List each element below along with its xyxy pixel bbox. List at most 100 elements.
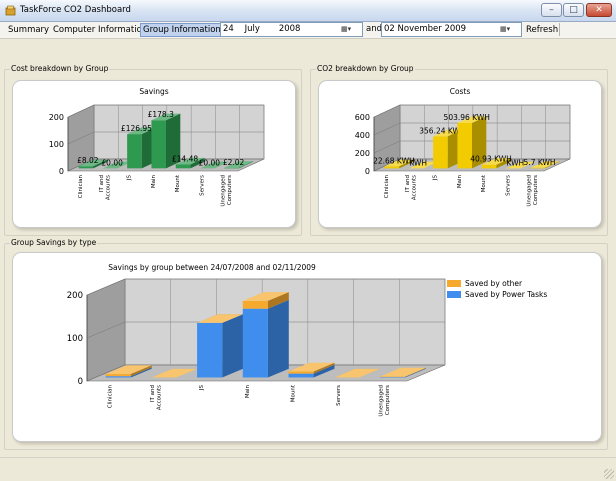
title-bar: TaskForce CO2 Dashboard – □ ✕ [0,0,616,22]
x-tick-label: Servers [505,175,511,196]
x-tick-label-line: Computers [533,175,539,205]
x-tick-label: Servers [199,175,205,196]
y-tick-label: 0 [78,377,83,387]
legend-swatch [447,280,461,287]
refresh-button[interactable]: Refresh [524,23,560,37]
legend-swatch [447,291,461,298]
data-label: 503.96 KWH [444,113,490,122]
y-tick-label: 600 [355,113,370,122]
x-tick-label: UnengagedComputers [220,175,233,207]
x-tick-label-line: IT and [99,175,105,192]
y-tick-label: 400 [355,131,370,140]
x-tick-label-line: IT and [405,175,411,192]
bar [176,164,191,168]
x-tick-label: UnengagedComputers [379,385,392,417]
data-label: £0.00 [101,158,123,167]
cost-group-label: Cost breakdown by Group [10,64,109,74]
x-tick-label: IT andAccounts [99,175,112,200]
x-tick-label-line: JS [433,175,439,182]
calendar-dropdown-icon[interactable]: ▦▾ [341,24,361,35]
bar-side [222,314,243,377]
maximize-icon: □ [569,5,578,15]
x-tick-label-line: Clinician [78,174,84,198]
bar [106,376,131,377]
y-tick-label: 0 [365,167,370,176]
x-tick-label-line: Unengaged [379,385,385,417]
x-tick-label-line: Servers [199,175,205,196]
x-tick-label: IT andAccounts [405,175,418,200]
x-tick-label-line: Main [151,174,157,188]
x-tick-label: JS [199,385,205,392]
data-label: 5.7 KWH [524,158,556,167]
legend-item-power-tasks: Saved by Power Tasks [447,289,547,300]
bar [482,165,497,169]
date-from-picker[interactable]: 24 July 2008 ▦▾ [220,22,363,37]
savings-chart: 0100200£8.02Clinician£0.00IT andAccounts… [13,81,295,227]
y-tick-label: 200 [67,291,83,301]
x-tick-label: JS [127,175,133,182]
data-label: £8.02 [77,156,99,165]
close-icon: ✕ [595,5,603,15]
x-tick-label-line: Clinician [384,174,390,198]
x-tick-label: Mount [291,384,297,402]
savings-group-label: Group Savings by type [10,238,97,248]
data-label: £2.02 [223,158,245,167]
costs-chart: 020040060022.68 KWHClinicianKWHIT andAcc… [319,81,601,227]
x-tick-label-line: Accounts [157,385,163,410]
x-tick-label-line: Accounts [411,175,417,200]
bar [151,120,166,168]
calendar-dropdown-icon[interactable]: ▦▾ [500,24,520,35]
resize-grip-icon[interactable] [604,469,614,479]
data-label: £0.00 [199,158,221,167]
window-title: TaskForce CO2 Dashboard [20,5,131,15]
tab-summary[interactable]: Summary [6,23,51,37]
savings-chart-panel: Savings 0100200£8.02Clinician£0.00IT and… [12,80,296,228]
status-bar [0,457,616,481]
y-tick-label: 0 [59,167,64,176]
x-tick-label-line: Computers [227,175,233,205]
minimize-icon: – [549,5,554,15]
x-tick-label-line: JS [199,385,205,392]
bar [385,166,400,168]
toolbar-separator [559,23,560,36]
x-tick-label-line: Unengaged [526,175,532,207]
data-label: £126.95 [121,124,152,133]
y-tick-label: 200 [355,149,370,158]
y-tick-label: 200 [49,113,64,122]
x-tick-label: Main [151,174,157,188]
bar [433,136,448,168]
date-to-picker[interactable]: 02 November 2009 ▦▾ [381,22,522,37]
maximize-button[interactable]: □ [563,3,584,17]
x-tick-label: Clinician [384,174,390,198]
data-label: £178.3 [148,110,174,119]
bar [289,374,314,378]
bar [224,168,239,169]
y-tick-label: 100 [67,334,83,344]
date-to-value: 02 November 2009 [384,23,466,36]
x-tick-label-line: Servers [505,175,511,196]
co2-group-label: CO2 breakdown by Group [316,64,415,74]
tab-group-information[interactable]: Group Information [140,23,224,37]
date-from-value: 24 July 2008 [223,23,300,36]
x-tick-label-line: Unengaged [220,175,226,207]
x-tick-label: Clinician [108,384,114,408]
x-tick-label-line: Servers [336,385,342,406]
legend-label: Saved by Power Tasks [465,290,547,299]
tab-computer-information[interactable]: Computer Information [51,23,149,37]
x-tick-label-line: Main [457,174,463,188]
x-tick-label-line: Main [245,384,251,398]
app-icon [5,5,16,16]
x-tick-label: JS [433,175,439,182]
x-tick-label: Main [457,174,463,188]
and-label: and [366,22,382,37]
x-tick-label: Mount [481,174,487,192]
legend-label: Saved by other [465,279,522,288]
bar [197,323,222,378]
x-tick-label-line: Accounts [105,175,111,200]
close-button[interactable]: ✕ [586,3,612,17]
data-label: £14.48 [172,154,198,163]
bar [79,166,94,168]
minimize-button[interactable]: – [541,3,562,17]
data-label: KWH [506,158,524,167]
legend-item-other: Saved by other [447,278,547,289]
